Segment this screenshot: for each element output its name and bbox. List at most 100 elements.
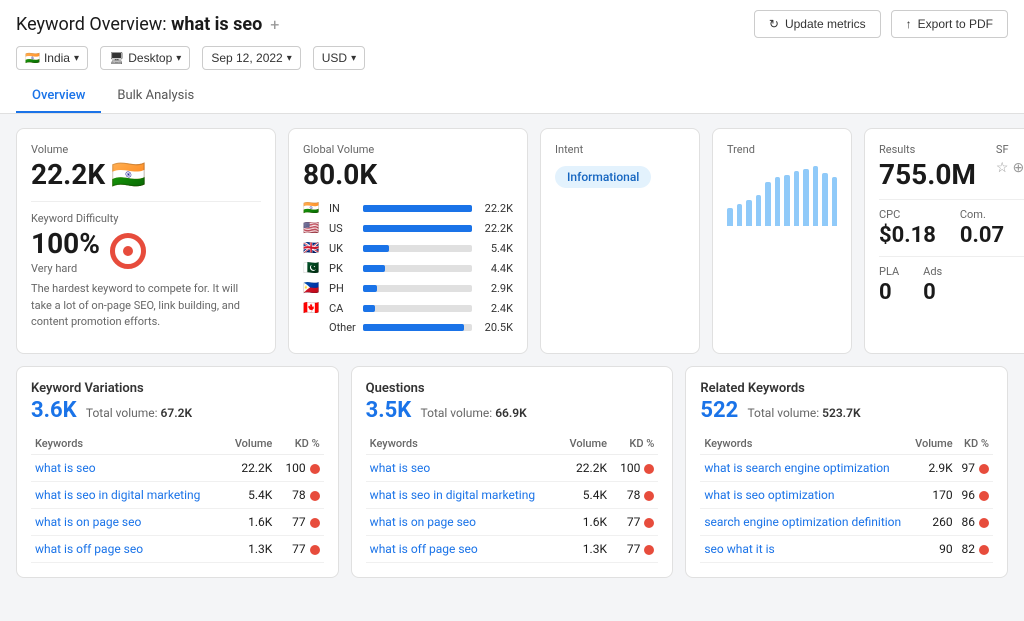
main-content: Volume 22.2K 🇮🇳 Keyword Difficulty 100% … (0, 114, 1024, 604)
kd-circle-inner (123, 246, 133, 256)
kw-link[interactable]: what is off page seo (35, 542, 143, 556)
header-actions: ↻ Update metrics ↑ Export to PDF (754, 10, 1008, 38)
kw-cell: what is seo optimization (700, 482, 910, 509)
trend-bar (756, 195, 762, 226)
trend-bar (775, 177, 781, 226)
chevron-down-icon: ▾ (287, 53, 292, 64)
rk-section-title: Related Keywords (700, 381, 993, 396)
export-pdf-button[interactable]: ↑ Export to PDF (891, 10, 1008, 38)
kw-link[interactable]: what is search engine optimization (704, 461, 889, 475)
kd-value: 100% Very hard (31, 227, 100, 275)
geo-bar-fill (363, 205, 472, 212)
kd-cell: 86 (957, 509, 993, 536)
kd-circle (110, 233, 146, 269)
trend-bar (746, 200, 752, 226)
geo-row: 🇨🇦 CA 2.4K (303, 301, 513, 316)
kd-cell: 78 (611, 482, 658, 509)
keyword-text: what is seo (171, 14, 262, 35)
geo-row: 🇵🇰 PK 4.4K (303, 261, 513, 276)
com-label: Com. (960, 208, 1004, 221)
rk-col-kd: KD % (957, 433, 993, 455)
update-metrics-button[interactable]: ↻ Update metrics (754, 10, 881, 38)
kw-link[interactable]: what is seo in digital marketing (370, 488, 535, 502)
pla-divider (879, 256, 1024, 257)
trend-bar (803, 169, 809, 226)
kw-link[interactable]: what is seo in digital marketing (35, 488, 200, 502)
geo-row: 🇺🇸 US 22.2K (303, 221, 513, 236)
kd-dot (310, 464, 320, 474)
trend-bar (784, 175, 790, 226)
chevron-down-icon: ▾ (74, 53, 79, 64)
sf-col: SF ☆ ⊕ ◎ +2 (996, 143, 1024, 176)
table-row: what is seo in digital marketing 5.4K 78 (31, 482, 324, 509)
cpc-label: CPC (879, 208, 936, 221)
geo-code: UK (329, 242, 357, 255)
kv-section-title: Keyword Variations (31, 381, 324, 396)
tab-bulk-analysis[interactable]: Bulk Analysis (101, 80, 210, 113)
star-icon: ☆ (996, 160, 1009, 176)
header-top: Keyword Overview: what is seo + ↻ Update… (16, 10, 1008, 38)
results-col: Results 755.0M (879, 143, 976, 191)
pla-label: PLA (879, 265, 899, 278)
volume-label: Volume (31, 143, 261, 156)
add-keyword-icon[interactable]: + (270, 15, 279, 34)
country-filter[interactable]: 🇮🇳 India ▾ (16, 46, 88, 70)
global-volume-label: Global Volume (303, 143, 513, 156)
top-cards-row: Volume 22.2K 🇮🇳 Keyword Difficulty 100% … (16, 128, 1008, 354)
kw-link[interactable]: what is on page seo (35, 515, 141, 529)
kv-summary: 3.6K Total volume: 67.2K (31, 398, 324, 423)
questions-card: Questions 3.5K Total volume: 66.9K Keywo… (351, 366, 674, 578)
date-filter[interactable]: Sep 12, 2022 ▾ (202, 46, 300, 70)
q-count: 3.5K (366, 398, 412, 423)
geo-val: 5.4K (478, 242, 513, 255)
kd-cell: 100 (611, 455, 658, 482)
geo-code: Other (329, 321, 357, 334)
volume-cell: 5.4K (560, 482, 611, 509)
results-value: 755.0M (879, 158, 976, 191)
currency-filter[interactable]: USD ▾ (313, 46, 365, 70)
kw-link[interactable]: seo what it is (704, 542, 774, 556)
trend-bar (794, 171, 800, 226)
geo-flag: 🇨🇦 (303, 301, 323, 316)
bottom-cards-row: Keyword Variations 3.6K Total volume: 67… (16, 366, 1008, 578)
geo-bar-bg (363, 265, 472, 272)
divider (31, 201, 261, 202)
export-pdf-label: Export to PDF (918, 17, 993, 31)
geo-bar-bg (363, 205, 472, 212)
q-col-volume: Volume (560, 433, 611, 455)
trend-bars (727, 166, 837, 226)
kd-cell: 77 (611, 509, 658, 536)
device-filter[interactable]: 🖥 Desktop ▾ (100, 46, 190, 70)
table-row: what is on page seo 1.6K 77 (366, 509, 659, 536)
geo-code: PK (329, 262, 357, 275)
rk-total: Total volume: 523.7K (747, 406, 860, 420)
kd-dot (979, 545, 989, 555)
kd-dot (979, 518, 989, 528)
volume-cell: 22.2K (225, 455, 276, 482)
results-divider (879, 199, 1024, 200)
volume-cell: 5.4K (225, 482, 276, 509)
kd-dot (310, 518, 320, 528)
q-total-label: Total volume: (421, 406, 493, 420)
trend-label: Trend (727, 143, 837, 156)
kw-link[interactable]: what is off page seo (370, 542, 478, 556)
tab-overview[interactable]: Overview (16, 80, 101, 113)
table-row: what is seo in digital marketing 5.4K 78 (366, 482, 659, 509)
global-volume-card: Global Volume 80.0K 🇮🇳 IN 22.2K 🇺🇸 US 22… (288, 128, 528, 354)
kw-link[interactable]: what is seo (370, 461, 431, 475)
kw-link[interactable]: search engine optimization definition (704, 515, 901, 529)
cpc-value: $0.18 (879, 223, 936, 248)
sf-icons-row: ☆ ⊕ ◎ +2 (996, 160, 1024, 176)
kw-link[interactable]: what is seo optimization (704, 488, 834, 502)
kd-dot (644, 518, 654, 528)
geo-val: 20.5K (478, 321, 513, 334)
keyword-variations-card: Keyword Variations 3.6K Total volume: 67… (16, 366, 339, 578)
desktop-icon: 🖥 (109, 51, 124, 65)
geo-code: PH (329, 282, 357, 295)
kw-cell: what is seo (366, 455, 560, 482)
trend-bar (737, 204, 743, 226)
kw-link[interactable]: what is on page seo (370, 515, 476, 529)
geo-flag: 🇬🇧 (303, 241, 323, 256)
kw-link[interactable]: what is seo (35, 461, 96, 475)
kd-row: 100% Very hard (31, 227, 261, 275)
